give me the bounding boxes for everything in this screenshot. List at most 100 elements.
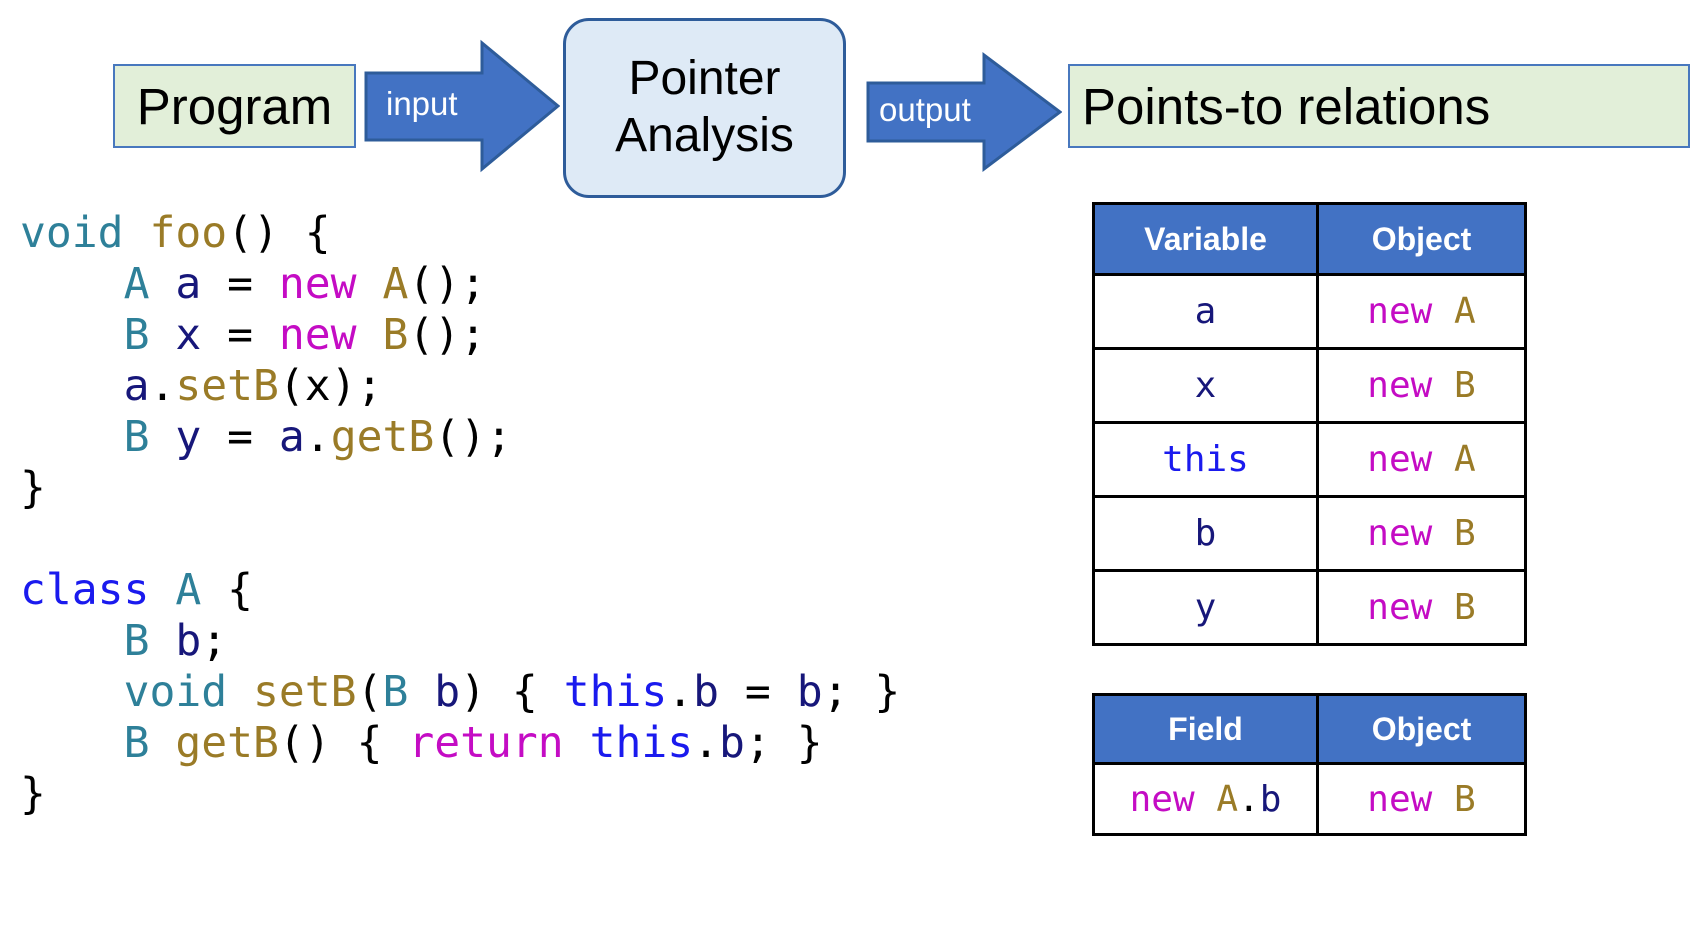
points-to-relations-box: Points-to relations	[1068, 64, 1690, 148]
column-header-object: Object	[1316, 693, 1527, 765]
cell-variable: a	[1092, 273, 1319, 350]
code-token: x	[175, 310, 202, 360]
code-token: getB	[175, 718, 279, 768]
code-line: A a = new A();	[20, 259, 900, 310]
code-token: A	[382, 259, 409, 309]
code-token: setB	[175, 361, 279, 411]
code-token: b	[175, 616, 202, 666]
table-row: b new B	[1092, 495, 1527, 572]
cell-field: new A.b	[1092, 762, 1319, 836]
code-token: b	[719, 718, 745, 768]
cell-object: new B	[1316, 495, 1527, 572]
input-arrow: input	[364, 39, 561, 174]
code-token: new	[278, 310, 357, 360]
code-line: }	[20, 463, 900, 514]
code-token: );	[330, 361, 383, 411]
code-token: void	[20, 208, 124, 258]
program-box: Program	[113, 64, 356, 148]
code-token: (	[356, 667, 383, 717]
code-token: y	[175, 412, 202, 462]
variable-token: b	[1194, 513, 1217, 554]
table-header-row: Variable Object	[1092, 202, 1527, 276]
code-token: void	[123, 667, 228, 717]
code-token: B	[123, 412, 150, 462]
code-token: (	[278, 361, 305, 411]
code-token: new	[278, 259, 357, 309]
code-token: A	[175, 565, 202, 615]
object-token: new	[1367, 778, 1433, 820]
object-token: A	[1454, 291, 1476, 332]
code-token: A	[123, 259, 150, 309]
code-token: a	[278, 412, 305, 462]
code-token: .	[693, 718, 720, 768]
code-line: class A {	[20, 565, 900, 616]
object-token: new	[1367, 365, 1433, 406]
cell-object: new B	[1316, 762, 1527, 836]
code-token: ();	[434, 412, 512, 462]
table-row: x new B	[1092, 347, 1527, 424]
code-token: class	[20, 565, 150, 615]
field-token: A	[1216, 778, 1239, 820]
code-token: ();	[408, 259, 487, 309]
java-code-block: void foo() { A a = new A(); B x = new B(…	[20, 208, 900, 820]
code-token: setB	[253, 667, 357, 717]
code-token: b	[796, 667, 823, 717]
object-token: new	[1367, 439, 1433, 480]
cell-variable: this	[1092, 421, 1319, 498]
variable-object-table: Variable Object a new A x new Bthis new Ab ne…	[1092, 202, 1527, 646]
variable-object-table-body: a new Ax new Bthis new Ab new By new B	[1092, 273, 1527, 646]
object-token: B	[1454, 778, 1476, 820]
output-arrow: output	[866, 52, 1063, 172]
cell-object: new B	[1316, 347, 1527, 424]
code-token: ; }	[822, 667, 901, 717]
code-token: B	[382, 310, 409, 360]
code-token: ; }	[744, 718, 823, 768]
code-token: return	[408, 718, 564, 768]
code-token: =	[201, 310, 279, 360]
code-token: () {	[227, 208, 331, 258]
object-token: new	[1367, 513, 1433, 554]
field-token	[1195, 779, 1217, 820]
cell-variable: b	[1092, 495, 1319, 572]
pointer-analysis-box: Pointer Analysis	[563, 18, 846, 198]
code-line: }	[20, 769, 900, 820]
object-token: new	[1367, 587, 1433, 628]
code-token: a	[175, 259, 202, 309]
code-token: a	[123, 361, 150, 411]
object-token: B	[1454, 513, 1476, 554]
code-token: =	[719, 667, 797, 717]
code-token: B	[382, 667, 409, 717]
variable-token: x	[1194, 365, 1217, 406]
points-to-relations-label: Points-to relations	[1082, 77, 1491, 135]
table-header-row: Field Object	[1092, 693, 1527, 765]
code-token: =	[201, 259, 279, 309]
field-token: new	[1129, 778, 1195, 820]
input-arrow-shape	[364, 39, 561, 173]
code-token: x	[304, 361, 331, 411]
pointer-analysis-line-1: Pointer	[628, 52, 781, 106]
variable-token: y	[1194, 587, 1217, 628]
code-token: }	[20, 769, 46, 819]
code-token: ;	[201, 616, 228, 666]
table-row: a new A	[1092, 273, 1527, 350]
code-token: =	[201, 412, 279, 462]
field-token: .	[1238, 778, 1260, 820]
code-token: .	[149, 361, 176, 411]
pointer-analysis-line-2: Analysis	[615, 109, 794, 162]
code-token: getB	[330, 412, 435, 462]
object-token	[1432, 365, 1454, 406]
pointer-analysis-flow-diagram: Program input Pointer Analysis output Po…	[0, 0, 1692, 200]
